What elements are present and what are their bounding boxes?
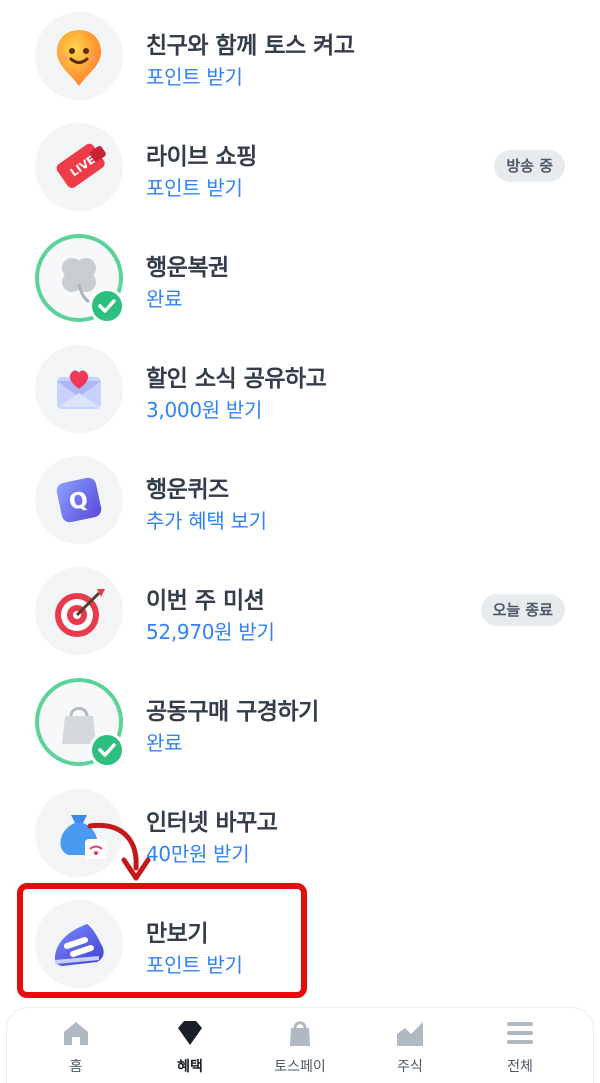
- shopping-bag-icon: [290, 1021, 310, 1046]
- benefit-item-group-purchase[interactable]: 공동구매 구경하기 완료: [0, 666, 600, 777]
- benefit-subtitle: 40만원 받기: [146, 842, 250, 866]
- benefit-subtitle: 3,000원 받기: [146, 398, 263, 422]
- quiz-q-icon: Q: [35, 456, 123, 544]
- tab-label: 주식: [397, 1059, 423, 1075]
- tab-benefits[interactable]: 혜택: [135, 1008, 245, 1083]
- clover-icon: [35, 234, 125, 324]
- benefit-title: 행운퀴즈: [146, 477, 229, 503]
- menu-icon: [507, 1022, 533, 1044]
- benefit-title: 인터넷 바꾸고: [146, 810, 278, 836]
- benefit-title: 라이브 쇼핑: [146, 144, 257, 170]
- home-icon: [64, 1022, 88, 1045]
- benefit-title: 공동구매 구경하기: [146, 699, 319, 725]
- benefit-subtitle: 52,970원 받기: [146, 620, 275, 644]
- benefit-subtitle: 포인트 받기: [146, 176, 243, 200]
- tab-label: 전체: [507, 1059, 533, 1075]
- benefit-subtitle: 완료: [146, 731, 183, 755]
- benefit-item-lucky-lottery[interactable]: 행운복권 완료: [0, 222, 600, 333]
- status-badge: 방송 중: [494, 150, 565, 182]
- tab-label: 혜택: [177, 1059, 203, 1075]
- benefit-item-live-shopping[interactable]: LIVE 라이브 쇼핑 포인트 받기 방송 중: [0, 111, 600, 222]
- tab-stocks[interactable]: 주식: [355, 1008, 465, 1083]
- bottom-tab-bar: 홈 혜택 토스페이 주식 전체: [6, 1007, 594, 1083]
- benefit-title: 친구와 함께 토스 켜고: [146, 33, 355, 59]
- tab-label: 홈: [69, 1059, 83, 1075]
- heart-envelope-icon: [35, 345, 123, 433]
- annotation-arrow: [87, 822, 151, 881]
- tab-label: 토스페이: [274, 1059, 326, 1075]
- tab-tosspay[interactable]: 토스페이: [245, 1008, 355, 1083]
- benefit-item-invite-friends[interactable]: 친구와 함께 토스 켜고 포인트 받기: [0, 0, 600, 111]
- benefit-title: 행운복권: [146, 255, 229, 281]
- completed-check-icon: [89, 288, 125, 324]
- benefit-title: 이번 주 미션: [146, 588, 265, 614]
- completed-check-icon: [89, 732, 125, 768]
- highlight-box: [17, 883, 307, 998]
- target-dart-icon: [35, 567, 123, 655]
- live-tag-icon: LIVE: [35, 123, 123, 211]
- benefit-subtitle: 완료: [146, 287, 183, 311]
- benefit-item-lucky-quiz[interactable]: Q 행운퀴즈 추가 혜택 보기: [0, 444, 600, 555]
- benefit-item-share-discount[interactable]: 할인 소식 공유하고 3,000원 받기: [0, 333, 600, 444]
- shopping-bag-icon: [35, 678, 125, 768]
- tab-home[interactable]: 홈: [21, 1008, 131, 1083]
- benefit-subtitle: 추가 혜택 보기: [146, 509, 267, 533]
- tab-all[interactable]: 전체: [465, 1008, 575, 1083]
- benefit-subtitle: 포인트 받기: [146, 65, 243, 89]
- smile-pin-icon: [35, 12, 123, 100]
- chart-icon: [397, 1022, 423, 1046]
- diamond-icon: [178, 1021, 202, 1045]
- benefit-item-weekly-mission[interactable]: 이번 주 미션 52,970원 받기 오늘 종료: [0, 555, 600, 666]
- status-badge: 오늘 종료: [480, 594, 565, 626]
- benefit-title: 할인 소식 공유하고: [146, 366, 327, 392]
